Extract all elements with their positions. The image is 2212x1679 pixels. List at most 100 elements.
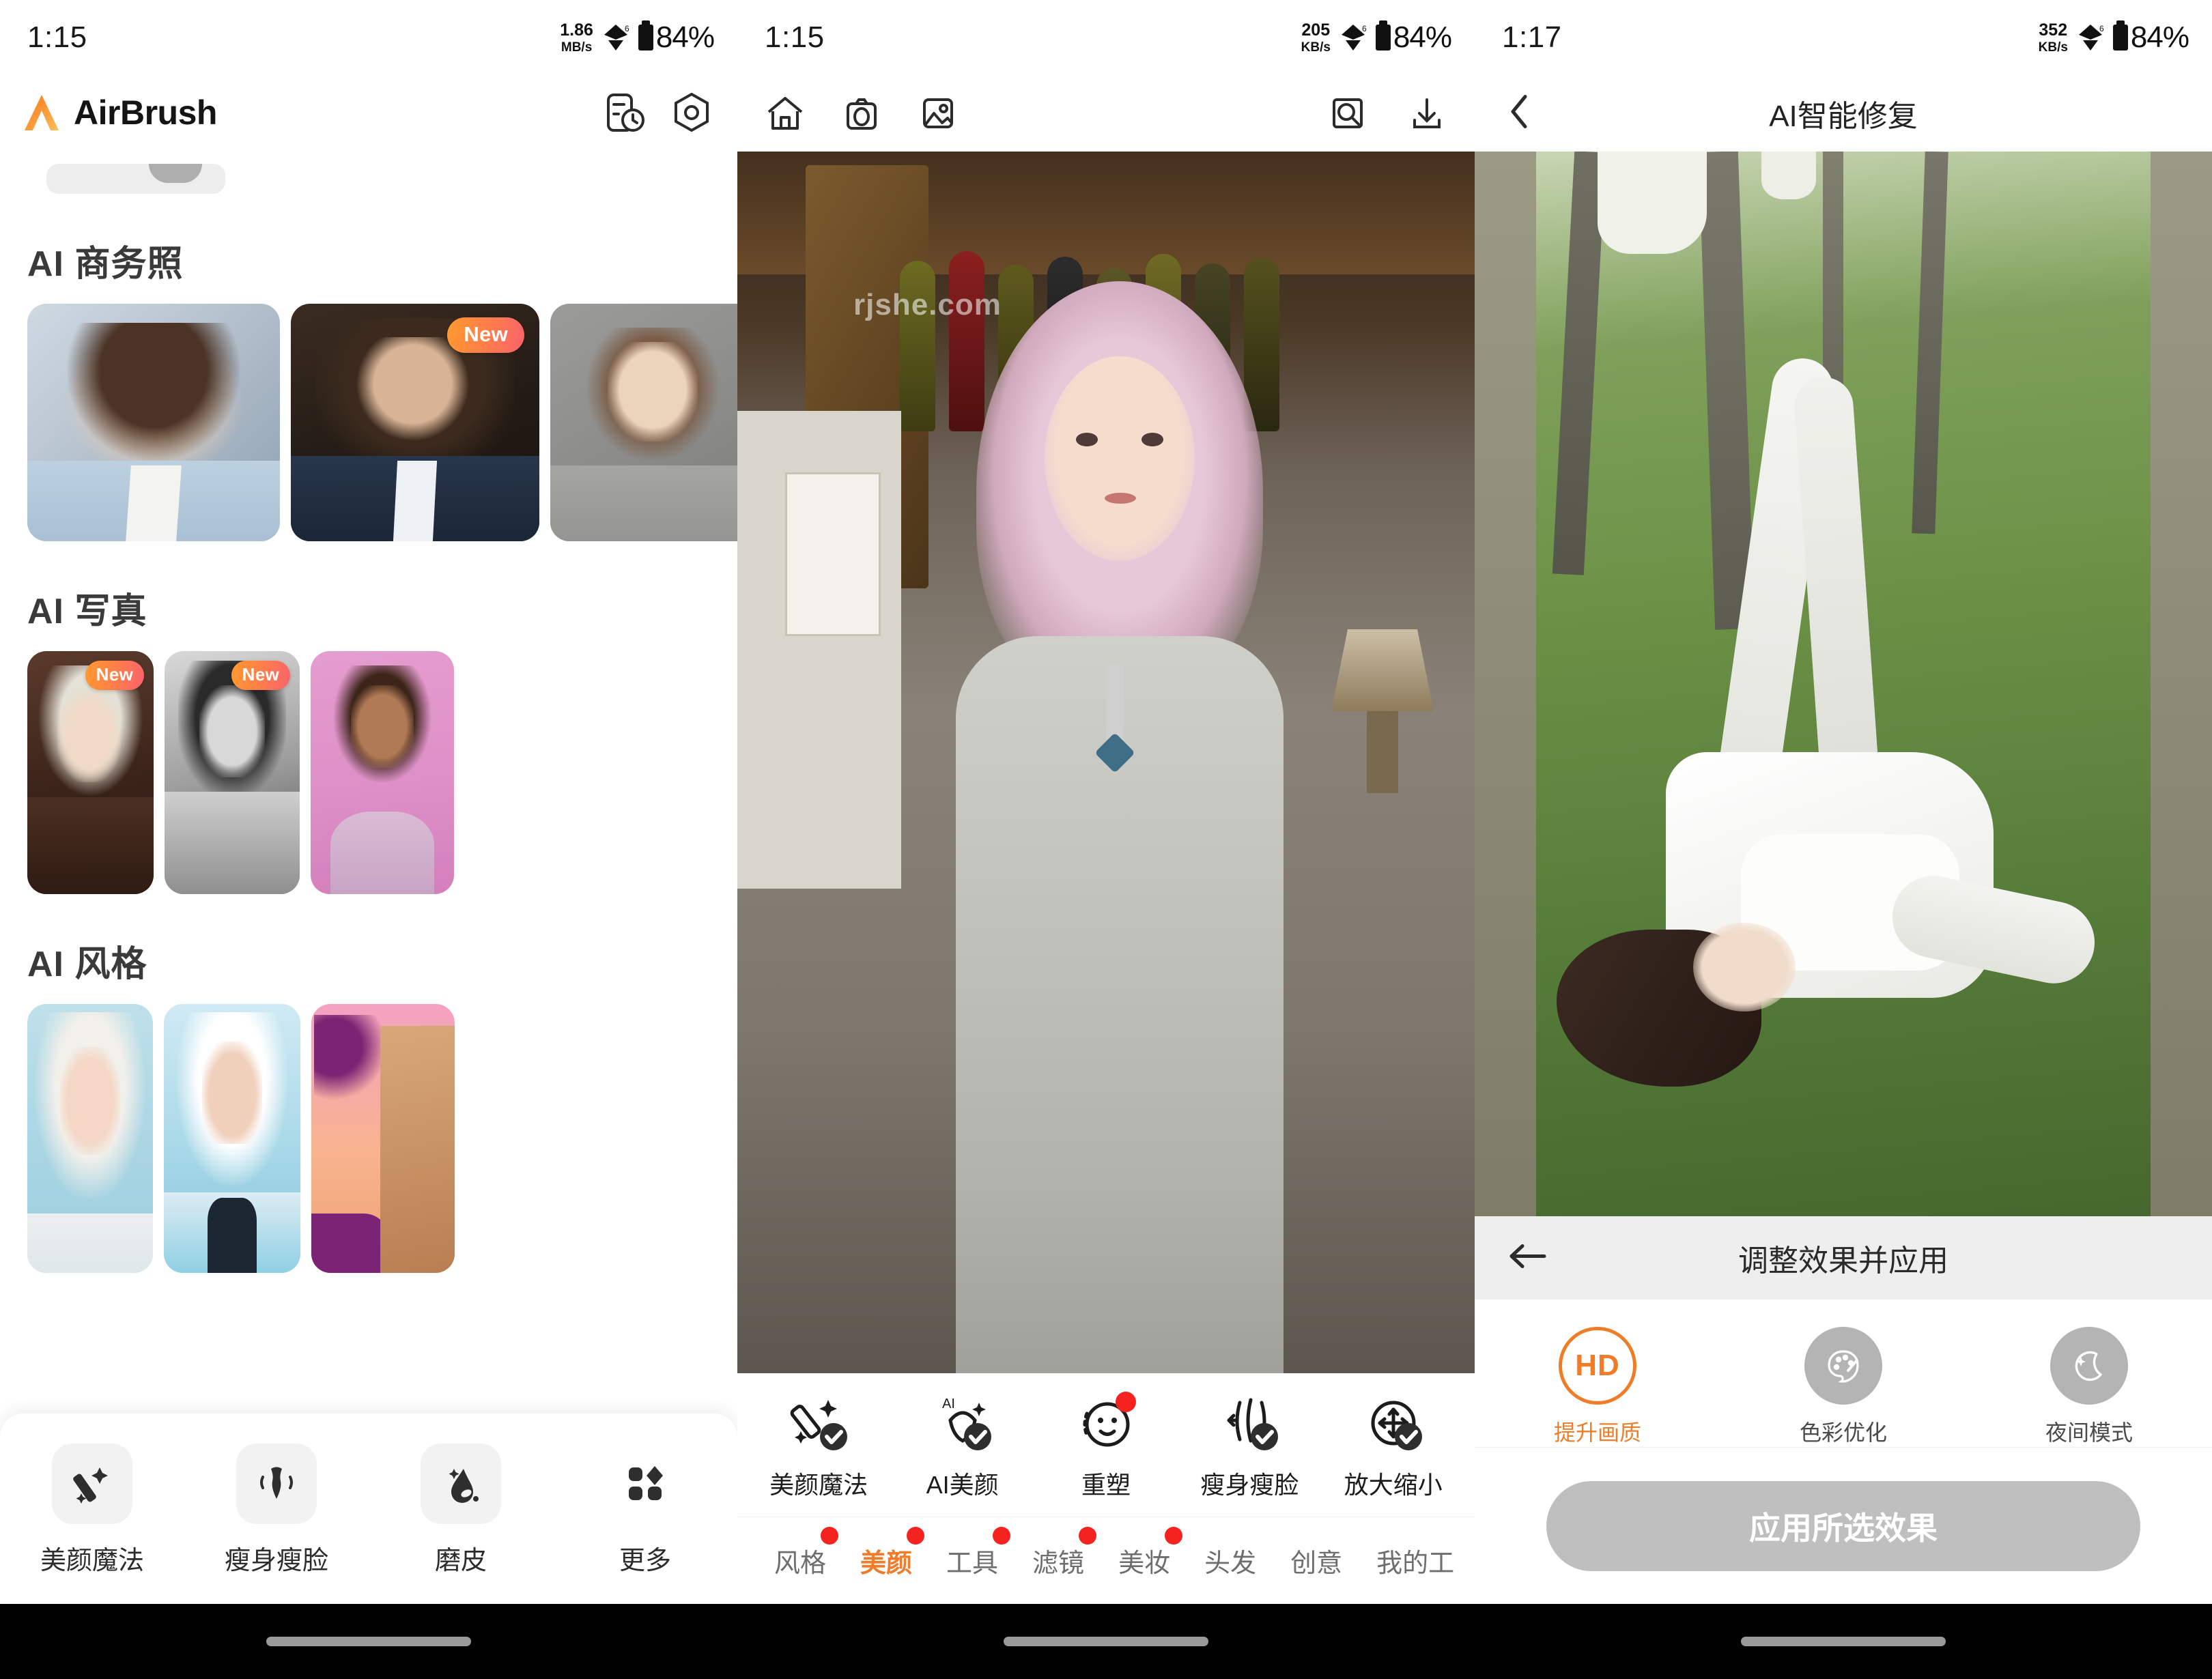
battery-indicator: 84% — [638, 20, 714, 55]
card-row-portrait: New New — [0, 651, 737, 894]
status-time: 1:17 — [1502, 20, 1562, 55]
edited-photo — [737, 152, 1475, 1373]
editor-photo-canvas[interactable]: rjshe.com — [737, 152, 1475, 1373]
battery-indicator: 84% — [1376, 20, 1451, 55]
arrow-left-icon[interactable] — [1505, 1239, 1550, 1277]
style-card-3[interactable] — [311, 1004, 455, 1273]
business-photo-card-3[interactable] — [550, 304, 737, 541]
portrait-card-1[interactable]: New — [27, 651, 154, 894]
tab-my-tools[interactable]: 我的工 — [1376, 1542, 1454, 1579]
business-photo-card-2[interactable]: New — [291, 304, 539, 541]
hd-icon: HD — [1559, 1327, 1636, 1405]
editor-tool-ai-beauty[interactable]: AI 重塑 AI美颜 — [894, 1389, 1031, 1501]
tab-label: 工具 — [946, 1549, 998, 1578]
brand-name: AirBrush — [74, 93, 217, 132]
svg-text:6: 6 — [2099, 24, 2104, 33]
bottom-tool-beauty-magic[interactable]: 美颜魔法 — [24, 1444, 160, 1577]
panel-title: 调整效果并应用 — [1738, 1236, 1948, 1280]
battery-icon — [2113, 25, 2128, 51]
palette-icon — [1804, 1327, 1882, 1405]
home-header-actions — [604, 91, 713, 134]
nav-home-pill[interactable] — [1004, 1637, 1208, 1646]
network-speed-unit: MB/s — [561, 41, 592, 54]
tool-label: 放大缩小 — [1344, 1465, 1443, 1501]
battery-percent: 84% — [2131, 20, 2189, 55]
svg-text:6: 6 — [625, 24, 629, 33]
nav-home-pill[interactable] — [1741, 1637, 1946, 1646]
compare-zoom-icon[interactable] — [1327, 93, 1368, 134]
tab-tools[interactable]: 工具 — [946, 1542, 998, 1579]
tab-label: 风格 — [774, 1549, 826, 1578]
bottom-tool-label: 瘦身瘦脸 — [225, 1539, 328, 1577]
chevron-left-icon[interactable] — [1505, 91, 1536, 136]
system-nav-bar-home — [0, 1604, 737, 1679]
status-time: 1:15 — [27, 20, 87, 55]
tab-style[interactable]: 风格 — [774, 1542, 826, 1579]
bottom-tool-body-slim[interactable]: 瘦身瘦脸 — [208, 1444, 345, 1577]
tool-label: 重塑 — [1081, 1465, 1131, 1501]
tab-label: 我的工 — [1376, 1549, 1454, 1578]
editor-tool-beauty-magic[interactable]: 美颜魔法 — [750, 1389, 887, 1501]
badge-new: New — [85, 661, 144, 690]
tab-creative[interactable]: 创意 — [1290, 1542, 1342, 1579]
tab-makeup[interactable]: 美妆 — [1118, 1542, 1170, 1579]
system-nav-bar-editor — [737, 1604, 1475, 1679]
editor-tool-resize[interactable]: 放大缩小 — [1325, 1389, 1462, 1501]
home-icon[interactable] — [765, 93, 806, 134]
battery-icon — [1376, 25, 1391, 51]
status-right-cluster: 1.86 MB/s 6 84% — [560, 20, 714, 55]
camera-icon[interactable] — [841, 93, 882, 134]
badge-new: New — [231, 661, 290, 690]
effect-label: 夜间模式 — [2045, 1416, 2133, 1447]
status-bar-repair: 1:17 352 KB/s 6 84% — [1475, 0, 2212, 75]
nav-home-pill[interactable] — [266, 1637, 471, 1646]
apply-effects-button[interactable]: 应用所选效果 — [1546, 1481, 2140, 1571]
page-title: AI智能修复 — [1769, 91, 1918, 135]
portrait-card-3[interactable] — [311, 651, 454, 894]
tab-label: 美妆 — [1118, 1549, 1170, 1578]
status-right-cluster: 352 KB/s 6 84% — [2039, 20, 2189, 55]
tab-label: 滤镜 — [1032, 1549, 1084, 1578]
card-row-style — [0, 1004, 737, 1273]
network-speed-value: 205 — [1301, 22, 1330, 39]
network-speed-unit: KB/s — [1301, 41, 1331, 54]
ai-beauty-check-icon: AI — [928, 1389, 997, 1457]
tab-hair[interactable]: 头发 — [1204, 1542, 1256, 1579]
editor-tool-reshape[interactable]: 重塑 — [1038, 1389, 1174, 1501]
home-bottom-toolbar: 美颜魔法 瘦身瘦脸 — [0, 1413, 737, 1604]
repair-photo-canvas[interactable] — [1475, 152, 2212, 1216]
notification-dot — [1079, 1527, 1096, 1545]
portrait-card-2[interactable]: New — [165, 651, 300, 894]
status-bar-editor: 1:15 205 KB/s 6 84% — [737, 0, 1475, 75]
tool-label-ai-beauty: AI美颜 — [926, 1465, 999, 1501]
style-card-2[interactable] — [164, 1004, 300, 1273]
repair-panel-header: 调整效果并应用 — [1475, 1216, 2212, 1300]
style-card-1[interactable] — [27, 1004, 153, 1273]
tab-filter[interactable]: 滤镜 — [1032, 1542, 1084, 1579]
tab-label: 创意 — [1290, 1549, 1342, 1578]
network-speed: 205 KB/s — [1301, 22, 1331, 54]
editor-tool-slim[interactable]: 瘦身瘦脸 — [1181, 1389, 1318, 1501]
tab-beauty[interactable]: 美颜 — [860, 1542, 912, 1579]
editor-top-right-icons — [1327, 93, 1447, 134]
download-icon[interactable] — [1406, 93, 1447, 134]
notification-dot — [1165, 1527, 1182, 1545]
bottom-tool-more[interactable]: 更多 — [577, 1444, 713, 1577]
bottom-tool-skin-smooth[interactable]: 磨皮 — [393, 1444, 529, 1577]
more-grid-icon — [605, 1444, 685, 1524]
reshape-face-icon — [1072, 1389, 1140, 1457]
gallery-icon[interactable] — [918, 93, 959, 134]
slim-check-icon — [1215, 1389, 1284, 1457]
effect-label: 色彩优化 — [1800, 1416, 1887, 1447]
business-photo-card-1[interactable] — [27, 304, 280, 541]
battery-indicator: 84% — [2113, 20, 2189, 55]
effect-label: 提升画质 — [1554, 1416, 1641, 1447]
airbrush-logo-icon — [20, 93, 63, 132]
system-nav-bar-repair — [1475, 1604, 2212, 1679]
resize-check-icon — [1359, 1389, 1428, 1457]
settings-hexagon-icon[interactable] — [670, 91, 713, 134]
badge-new: New — [447, 317, 524, 353]
bottom-tool-label: 更多 — [619, 1539, 671, 1577]
history-icon[interactable] — [604, 91, 646, 134]
svg-text:6: 6 — [1362, 24, 1367, 33]
